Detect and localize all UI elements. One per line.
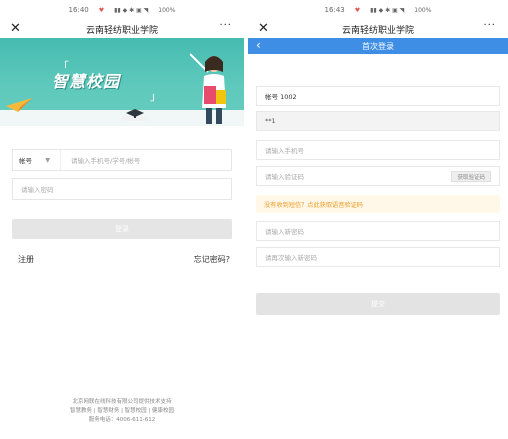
account-display: 帐号 1002 <box>256 86 500 106</box>
password-input[interactable]: 请输入密码 <box>13 184 54 194</box>
status-bar: 16:40 ♥ ▮▮ ◆ ✱ ▣ ◥ 100% <box>0 0 244 20</box>
voice-code-link[interactable]: 没有收到短信？点此获取语音验证码 <box>256 195 500 213</box>
app-titlebar: ✕ 云南轻纺职业学院 ··· <box>248 20 508 38</box>
login-screen: 16:40 ♥ ▮▮ ◆ ✱ ▣ ◥ 100% ✕ 云南轻纺职业学院 ··· 「… <box>0 0 244 439</box>
banner-slogan: 智慧校园 <box>52 72 121 91</box>
new-password-placeholder: 请输入新密码 <box>265 228 304 236</box>
code-placeholder: 请输入验证码 <box>265 173 304 181</box>
password-display: **1 <box>256 111 500 131</box>
notification-icon: ♥ <box>98 6 105 14</box>
submit-button[interactable]: 提交 <box>256 293 500 315</box>
quote-mark-icon: 」 <box>150 90 161 103</box>
back-arrow-icon[interactable]: ‹ <box>256 38 261 53</box>
status-time: 16:40 <box>68 6 89 14</box>
more-icon[interactable]: ··· <box>219 20 232 31</box>
app-title: 云南轻纺职业学院 <box>85 25 158 36</box>
page-footer: 北京网联在线科技有限公司提供技术支持 智慧教务 | 智慧财务 | 智慧校园 | … <box>0 398 244 425</box>
signal-icons: ▮▮ ◆ ✱ ▣ ◥ <box>370 6 405 14</box>
footer-support-text: 北京网联在线科技有限公司提供技术支持 <box>72 399 172 405</box>
campus-banner: 「 智慧校园 」 <box>0 38 244 126</box>
phone-input[interactable]: 请输入手机号 <box>256 140 500 160</box>
password-field[interactable]: 请输入密码 <box>12 178 232 200</box>
footer-services-text: 智慧教务 | 智慧财务 | 智慧校园 | 健康校园 <box>69 408 175 414</box>
app-title: 云南轻纺职业学院 <box>341 25 414 36</box>
login-button[interactable]: 登录 <box>12 219 232 239</box>
account-label: 帐号 <box>19 157 32 165</box>
paper-plane-icon <box>6 98 32 112</box>
app-titlebar: ✕ 云南轻纺职业学院 ··· <box>0 20 244 38</box>
confirm-password-placeholder: 请再次输入新密码 <box>265 254 317 262</box>
more-icon[interactable]: ··· <box>483 20 496 31</box>
new-password-input[interactable]: 请输入新密码 <box>256 221 500 241</box>
battery-level: 100% <box>158 6 176 14</box>
code-input[interactable]: 请输入验证码 获取验证码 <box>256 166 500 186</box>
status-time: 16:43 <box>324 6 345 14</box>
first-login-screen: 16:43 ♥ ▮▮ ◆ ✱ ▣ ◥ 100% ✕ 云南轻纺职业学院 ··· ‹… <box>248 0 508 439</box>
notification-icon: ♥ <box>354 6 361 14</box>
get-code-button[interactable]: 获取验证码 <box>451 171 491 182</box>
graduation-cap-icon <box>122 109 148 121</box>
account-type-select[interactable]: 帐号 ▼ <box>13 150 61 170</box>
auth-links: 注册 忘记密码? <box>18 254 230 265</box>
chevron-down-icon: ▼ <box>45 156 50 164</box>
register-link[interactable]: 注册 <box>18 254 34 265</box>
forgot-password-link[interactable]: 忘记密码? <box>194 254 230 265</box>
account-field[interactable]: 帐号 ▼ 请输入手机号/学号/帐号 <box>12 149 232 171</box>
page-title: 首次登录 <box>362 41 394 51</box>
close-icon[interactable]: ✕ <box>258 21 269 36</box>
phone-placeholder: 请输入手机号 <box>265 147 304 155</box>
confirm-password-input[interactable]: 请再次输入新密码 <box>256 247 500 267</box>
battery-level: 100% <box>414 6 432 14</box>
page-header: ‹ 首次登录 <box>248 38 508 54</box>
close-icon[interactable]: ✕ <box>10 21 21 36</box>
signal-icons: ▮▮ ◆ ✱ ▣ ◥ <box>114 6 149 14</box>
status-bar: 16:43 ♥ ▮▮ ◆ ✱ ▣ ◥ 100% <box>248 0 508 20</box>
footer-phone-text: 服务电话：4006-611-612 <box>88 417 156 423</box>
student-illustration <box>190 53 226 124</box>
account-input[interactable]: 请输入手机号/学号/帐号 <box>61 155 140 165</box>
